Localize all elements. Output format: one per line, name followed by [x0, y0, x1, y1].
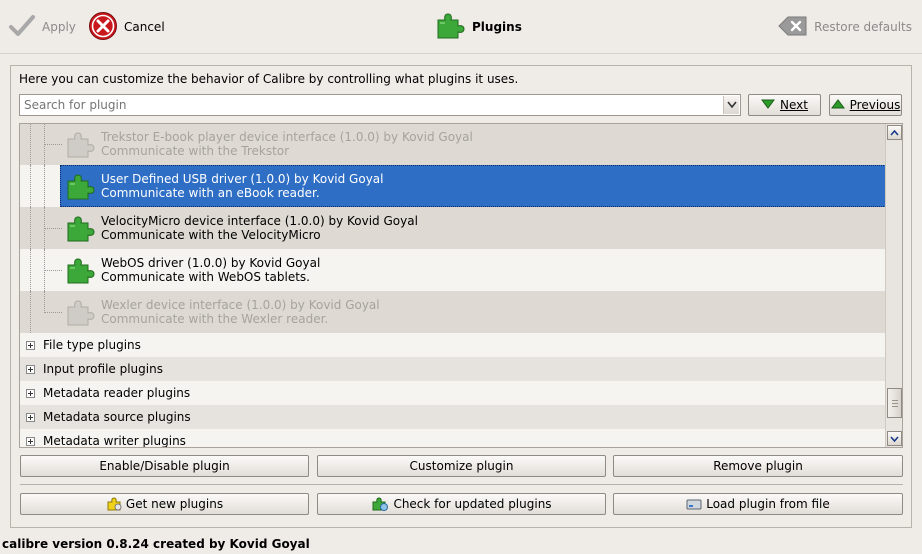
status-bar: calibre version 0.8.24 created by Kovid …	[2, 537, 310, 551]
enable-disable-button[interactable]: Enable/Disable plugin	[20, 455, 309, 477]
plugin-update-icon	[371, 496, 389, 512]
restore-label: Restore defaults	[814, 20, 912, 34]
tree-guide	[44, 270, 62, 271]
get-new-plugins-button[interactable]: Get new plugins	[20, 493, 309, 515]
scroll-thumb[interactable]	[887, 388, 902, 418]
plugin-name: Trekstor E-book player device interface …	[101, 130, 473, 144]
category-label: Metadata source plugins	[43, 410, 191, 424]
plugin-name: Wexler device interface (1.0.0) by Kovid…	[101, 298, 380, 312]
category-metadata-source[interactable]: Metadata source plugins	[20, 405, 886, 429]
expand-icon[interactable]	[26, 341, 35, 350]
customize-label: Customize plugin	[409, 459, 514, 473]
search-input[interactable]	[20, 95, 720, 115]
category-label: File type plugins	[43, 338, 141, 352]
chevron-up-icon	[890, 129, 899, 136]
expand-icon[interactable]	[26, 365, 35, 374]
description-text: Here you can customize the behavior of C…	[19, 72, 519, 86]
restore-defaults-button[interactable]: Restore defaults	[778, 12, 912, 42]
scroll-up-button[interactable]	[887, 125, 902, 140]
expand-icon[interactable]	[26, 437, 35, 446]
load-from-file-button[interactable]: Load plugin from file	[613, 493, 903, 515]
plugin-row-trekstor[interactable]: Trekstor E-book player device interface …	[20, 124, 886, 165]
category-label: Metadata writer plugins	[43, 434, 186, 448]
chevron-down-icon[interactable]	[723, 96, 739, 114]
apply-button[interactable]: Apply	[8, 12, 76, 42]
plugins-panel: Here you can customize the behavior of C…	[10, 65, 912, 528]
plugin-name: WebOS driver (1.0.0) by Kovid Goyal	[101, 256, 321, 270]
title-label: Plugins	[472, 20, 522, 34]
plugin-row-webos[interactable]: WebOS driver (1.0.0) by Kovid Goyal Comm…	[20, 249, 886, 291]
category-input-profile[interactable]: Input profile plugins	[20, 357, 886, 381]
tree-guide	[44, 228, 62, 229]
plugin-name: User Defined USB driver (1.0.0) by Kovid…	[101, 172, 384, 186]
tree-guide	[30, 124, 31, 165]
plugin-tree[interactable]: Trekstor E-book player device interface …	[19, 123, 903, 448]
plugin-row-velocitymicro[interactable]: VelocityMicro device interface (1.0.0) b…	[20, 207, 886, 249]
load-file-label: Load plugin from file	[706, 497, 830, 511]
puzzle-piece-icon	[67, 216, 95, 242]
category-metadata-writer[interactable]: Metadata writer plugins	[20, 429, 886, 448]
hard-drive-icon	[686, 497, 702, 511]
category-metadata-reader[interactable]: Metadata reader plugins	[20, 381, 886, 405]
plugin-download-icon	[106, 496, 122, 512]
tree-guide	[44, 291, 45, 313]
plugin-description: Communicate with an eBook reader.	[101, 186, 320, 200]
checkmark-icon	[8, 13, 36, 42]
get-new-label: Get new plugins	[125, 497, 224, 511]
next-label: Next	[780, 98, 808, 112]
check-updates-label: Check for updated plugins	[393, 497, 552, 511]
puzzle-piece-icon	[67, 300, 95, 326]
divider	[20, 484, 903, 485]
cancel-label: Cancel	[124, 20, 165, 34]
expand-icon[interactable]	[26, 413, 35, 422]
puzzle-piece-icon	[67, 132, 95, 158]
arrow-down-icon	[761, 98, 776, 112]
search-combo[interactable]	[19, 94, 741, 116]
tree-guide	[44, 165, 45, 207]
plugin-description: Communicate with the Wexler reader.	[101, 312, 329, 326]
plugin-description: Communicate with WebOS tablets.	[101, 270, 310, 284]
plugin-row-wexler[interactable]: Wexler device interface (1.0.0) by Kovid…	[20, 291, 886, 333]
tree-guide	[30, 291, 31, 333]
puzzle-piece-icon	[67, 174, 95, 200]
category-label: Input profile plugins	[43, 362, 163, 376]
next-button[interactable]: Next	[748, 94, 821, 116]
plugin-description: Communicate with the VelocityMicro	[101, 228, 321, 242]
tree-viewport: Trekstor E-book player device interface …	[20, 124, 886, 447]
plugin-row-user-defined-usb[interactable]: User Defined USB driver (1.0.0) by Kovid…	[20, 165, 886, 207]
chevron-down-icon	[890, 435, 899, 442]
plugin-name: VelocityMicro device interface (1.0.0) b…	[101, 214, 418, 228]
tree-guide	[30, 165, 31, 207]
cancel-icon	[88, 11, 118, 44]
tree-guide	[44, 312, 62, 313]
vertical-scrollbar[interactable]	[885, 124, 902, 447]
customize-button[interactable]: Customize plugin	[317, 455, 606, 477]
grip-line	[892, 406, 898, 407]
puzzle-piece-icon	[67, 258, 95, 284]
cancel-button[interactable]: Cancel	[88, 11, 165, 44]
category-file-type[interactable]: File type plugins	[20, 333, 886, 357]
puzzle-piece-icon	[434, 10, 466, 45]
previous-label: Previous	[849, 98, 901, 112]
remove-label: Remove plugin	[713, 459, 803, 473]
expand-icon[interactable]	[26, 389, 35, 398]
tree-guide	[44, 144, 62, 145]
category-label: Metadata reader plugins	[43, 386, 191, 400]
apply-label: Apply	[42, 20, 76, 34]
plugin-description: Communicate with the Trekstor	[101, 144, 290, 158]
enable-disable-label: Enable/Disable plugin	[99, 459, 230, 473]
remove-button[interactable]: Remove plugin	[613, 455, 903, 477]
grip-line	[892, 400, 898, 401]
toolbar: Apply Cancel Plugins Restore defaults	[0, 0, 922, 54]
scroll-down-button[interactable]	[887, 431, 902, 446]
tree-guide	[30, 249, 31, 291]
check-updates-button[interactable]: Check for updated plugins	[317, 493, 606, 515]
clear-left-icon	[778, 15, 808, 40]
tree-guide	[30, 207, 31, 249]
grip-line	[892, 403, 898, 404]
arrow-up-icon	[830, 98, 845, 112]
page-title: Plugins	[434, 12, 522, 42]
previous-button[interactable]: Previous	[829, 94, 902, 116]
